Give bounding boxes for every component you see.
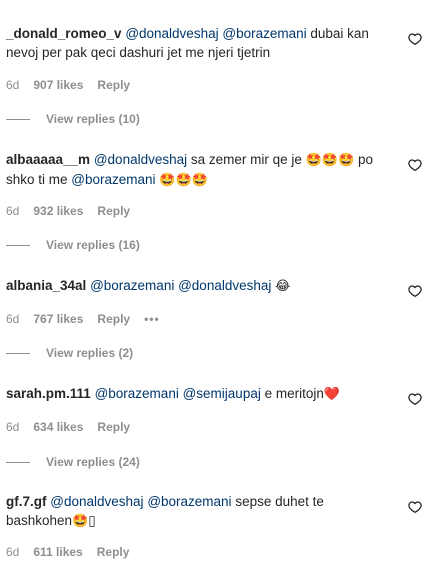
- heart-outline-icon: [408, 159, 422, 171]
- like-heart-icon[interactable]: [408, 500, 422, 514]
- comment-meta: 6d 767 likes Reply •••: [6, 312, 160, 326]
- comment-text-run: bashkohen: [6, 513, 73, 528]
- mention-link[interactable]: @borazemani: [71, 172, 155, 187]
- comment-text: gf.7.gf @donaldveshaj @borazemani sepse …: [6, 492, 386, 531]
- comment-username[interactable]: gf.7.gf: [6, 494, 47, 509]
- mention-link[interactable]: @semijaupaj: [183, 386, 261, 401]
- comment-5: gf.7.gf @donaldveshaj @borazemani sepse …: [6, 492, 386, 531]
- like-heart-icon[interactable]: [408, 392, 422, 406]
- emoji: 🤩🤩🤩: [159, 173, 208, 188]
- more-options-icon[interactable]: •••: [144, 312, 160, 326]
- mention-link[interactable]: @donaldveshaj: [125, 26, 218, 41]
- comment-text-run: dubai kan: [306, 26, 369, 41]
- comment-meta: 6d 611 likes Reply: [6, 545, 129, 559]
- like-heart-icon[interactable]: [408, 32, 422, 46]
- comment-2: albaaaaa__m @donaldveshaj sa zemer mir q…: [6, 150, 386, 190]
- comment-text-run: sepse duhet te: [231, 494, 324, 509]
- emoji: 🤩: [72, 514, 89, 529]
- comment-username[interactable]: sarah.pm.111: [6, 386, 91, 401]
- reply-button[interactable]: Reply: [97, 312, 130, 326]
- view-replies-label: View replies (16): [46, 238, 140, 252]
- comment-meta: 6d 634 likes Reply: [6, 420, 130, 434]
- emoji: 😂: [275, 279, 291, 294]
- view-replies-button[interactable]: View replies (2): [6, 346, 133, 360]
- mention-link[interactable]: @borazemani: [222, 26, 306, 41]
- view-replies-label: View replies (10): [46, 112, 140, 126]
- view-replies-button[interactable]: View replies (24): [6, 455, 140, 469]
- comment-body: @donaldveshaj @borazemani sepse duhet te…: [6, 494, 324, 529]
- like-count[interactable]: 767 likes: [33, 312, 83, 326]
- divider-line: [6, 118, 30, 120]
- mention-link[interactable]: @borazemani: [90, 278, 174, 293]
- comment-username[interactable]: _donald_romeo_v: [6, 26, 122, 41]
- divider-line: [6, 352, 30, 354]
- reply-button[interactable]: Reply: [97, 420, 130, 434]
- comment-text-run: shko ti me: [6, 172, 72, 187]
- mention-link[interactable]: @borazemani: [95, 386, 179, 401]
- comment-age: 6d: [6, 204, 20, 218]
- like-heart-icon[interactable]: [408, 284, 422, 298]
- like-count[interactable]: 634 likes: [33, 420, 83, 434]
- comment-body: @borazemani @donaldveshaj 😂: [90, 278, 291, 294]
- reply-button[interactable]: Reply: [97, 545, 130, 559]
- comment-meta: 6d 907 likes Reply: [6, 78, 130, 92]
- comment-body: @borazemani @semijaupaj e meritojn❤️: [95, 386, 341, 402]
- view-replies-button[interactable]: View replies (16): [6, 238, 140, 252]
- emoji: ❤️: [323, 387, 341, 402]
- comment-username[interactable]: albania_34al: [6, 278, 86, 293]
- comment-age: 6d: [6, 78, 20, 92]
- like-count[interactable]: 932 likes: [33, 204, 83, 218]
- comment-meta: 6d 932 likes Reply: [6, 204, 130, 218]
- comment-text-run: sa zemer mir qe je: [187, 152, 306, 167]
- comment-text: sarah.pm.111 @borazemani @semijaupaj e m…: [6, 384, 386, 404]
- reply-button[interactable]: Reply: [97, 78, 130, 92]
- comment-3: albania_34al @borazemani @donaldveshaj 😂: [6, 276, 386, 296]
- mention-link[interactable]: @donaldveshaj: [94, 152, 187, 167]
- comment-username[interactable]: albaaaaa__m: [6, 152, 90, 167]
- view-replies-label: View replies (2): [46, 346, 134, 360]
- heart-outline-icon: [408, 501, 422, 513]
- comment-text: _donald_romeo_v @donaldveshaj @borazeman…: [6, 24, 386, 62]
- comment-text-run: po: [354, 152, 374, 167]
- divider-line: [6, 244, 30, 246]
- comment-age: 6d: [6, 545, 20, 559]
- like-count[interactable]: 907 likes: [33, 78, 83, 92]
- view-replies-label: View replies (24): [46, 455, 140, 469]
- comment-text-run: nevoj per pak qeci dashuri jet me njeri …: [6, 45, 271, 60]
- comment-text: albania_34al @borazemani @donaldveshaj 😂: [6, 276, 386, 296]
- comment-age: 6d: [6, 312, 20, 326]
- divider-line: [6, 461, 30, 463]
- comment-age: 6d: [6, 420, 20, 434]
- mention-link[interactable]: @donaldveshaj: [50, 494, 143, 509]
- comment-text: albaaaaa__m @donaldveshaj sa zemer mir q…: [6, 150, 386, 190]
- comment-1: _donald_romeo_v @donaldveshaj @borazeman…: [6, 24, 386, 62]
- like-heart-icon[interactable]: [408, 158, 422, 172]
- emoji: 🤩🤩🤩: [305, 153, 355, 168]
- comment-4: sarah.pm.111 @borazemani @semijaupaj e m…: [6, 384, 386, 404]
- comment-text-run: e meritojn: [260, 386, 324, 401]
- like-count[interactable]: 611 likes: [33, 545, 82, 559]
- heart-outline-icon: [408, 33, 422, 45]
- heart-outline-icon: [408, 285, 422, 297]
- view-replies-button[interactable]: View replies (10): [6, 112, 140, 126]
- mention-link[interactable]: @donaldveshaj: [178, 278, 271, 293]
- heart-outline-icon: [408, 393, 422, 405]
- reply-button[interactable]: Reply: [97, 204, 130, 218]
- mention-link[interactable]: @borazemani: [147, 494, 231, 509]
- comment-text-run: ▯: [88, 513, 96, 528]
